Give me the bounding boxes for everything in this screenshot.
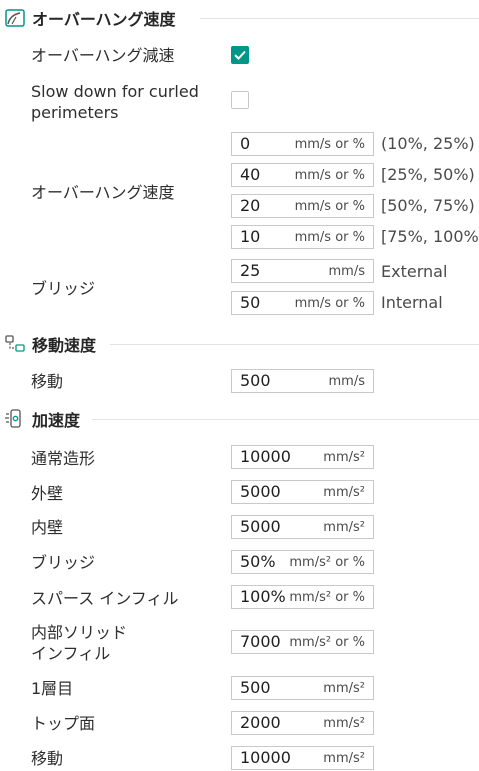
field-unit: mm/s or % — [294, 296, 365, 311]
field-value: 100% — [240, 587, 286, 606]
field-value: 50 — [240, 293, 261, 312]
overhang-speed-field-3[interactable]: 20 mm/s or % — [231, 194, 374, 218]
field-value: 25 — [240, 261, 261, 280]
overhang-range-3: [50%, 75%) — [381, 196, 475, 215]
field-value: 10 — [240, 227, 261, 246]
accel-bridge-label: ブリッジ — [31, 553, 96, 572]
field-value: 20 — [240, 196, 261, 215]
curled-perimeters-label-line1: Slow down for curled — [31, 82, 199, 101]
field-unit: mm/s — [328, 374, 365, 389]
section-divider — [110, 344, 479, 345]
accel-outer-wall-label: 外壁 — [31, 484, 64, 503]
field-unit: mm/s — [328, 264, 365, 279]
acceleration-section-header: 加速度 — [4, 407, 80, 431]
accel-normal-label: 通常造形 — [31, 449, 96, 468]
overhang-range-1: (10%, 25%) — [381, 134, 475, 153]
overhang-speed-field-2[interactable]: 40 mm/s or % — [231, 163, 374, 187]
field-unit: mm/s² — [323, 520, 365, 535]
accel-outer-wall-field[interactable]: 5000 mm/s² — [231, 480, 374, 504]
bridge-external-field[interactable]: 25 mm/s — [231, 259, 374, 283]
field-unit: mm/s² — [323, 450, 365, 465]
overhang-slowdown-label: オーバーハング減速 — [31, 46, 175, 65]
accel-internal-solid-infill-label-line1: 内部ソリッド — [31, 623, 128, 642]
field-value: 7000 — [240, 632, 281, 651]
overhang-range-4: [75%, 100%) — [381, 227, 479, 246]
field-unit: mm/s² — [323, 716, 365, 731]
field-value: 500 — [240, 678, 271, 697]
accel-top-surface-label: トップ面 — [31, 714, 96, 733]
bridge-speed-label: ブリッジ — [31, 279, 96, 298]
curled-perimeters-checkbox[interactable] — [231, 91, 249, 109]
overhang-slowdown-checkbox[interactable] — [231, 46, 249, 64]
accel-normal-field[interactable]: 10000 mm/s² — [231, 445, 374, 469]
field-unit: mm/s or % — [294, 168, 365, 183]
checkmark-icon — [234, 50, 246, 60]
accel-internal-solid-infill-field[interactable]: 7000 mm/s² or % — [231, 630, 374, 654]
travel-speed-field[interactable]: 500 mm/s — [231, 369, 374, 393]
section-divider — [200, 18, 479, 19]
acceleration-icon — [4, 408, 26, 430]
field-value: 0 — [240, 134, 251, 153]
field-unit: mm/s or % — [294, 230, 365, 245]
overhang-speed-field-1[interactable]: 0 mm/s or % — [231, 132, 374, 156]
section-title: 移動速度 — [32, 336, 97, 355]
overhang-speed-label: オーバーハング速度 — [31, 183, 175, 202]
accel-travel-label: 移動 — [31, 749, 64, 768]
field-unit: mm/s² or % — [289, 555, 365, 570]
section-divider — [92, 419, 479, 420]
field-unit: mm/s² or % — [289, 635, 365, 650]
field-value: 5000 — [240, 482, 281, 501]
field-unit: mm/s or % — [294, 137, 365, 152]
field-value: 500 — [240, 371, 271, 390]
accel-inner-wall-label: 内壁 — [31, 518, 64, 537]
overhang-section-header: オーバーハング速度 — [4, 6, 176, 30]
accel-sparse-infill-label: スパース インフィル — [31, 589, 179, 608]
field-value: 10000 — [240, 447, 291, 466]
field-unit: mm/s² — [323, 681, 365, 696]
bridge-external-label: External — [381, 262, 448, 281]
accel-first-layer-field[interactable]: 500 mm/s² — [231, 676, 374, 700]
accel-travel-field[interactable]: 10000 mm/s² — [231, 746, 374, 770]
field-value: 2000 — [240, 713, 281, 732]
overhang-speed-field-4[interactable]: 10 mm/s or % — [231, 225, 374, 249]
section-title: オーバーハング速度 — [32, 10, 176, 29]
bridge-internal-field[interactable]: 50 mm/s or % — [231, 291, 374, 315]
accel-first-layer-label: 1層目 — [31, 679, 74, 698]
field-unit: mm/s² or % — [289, 590, 365, 605]
field-unit: mm/s² — [323, 485, 365, 500]
curled-perimeters-label-line2: perimeters — [31, 103, 119, 122]
overhang-range-2: [25%, 50%) — [381, 165, 475, 184]
field-value: 50% — [240, 552, 276, 571]
field-unit: mm/s or % — [294, 199, 365, 214]
field-value: 5000 — [240, 517, 281, 536]
field-value: 40 — [240, 165, 261, 184]
field-value: 10000 — [240, 748, 291, 767]
travel-speed-icon — [4, 333, 26, 355]
travel-speed-label: 移動 — [31, 372, 64, 391]
accel-inner-wall-field[interactable]: 5000 mm/s² — [231, 515, 374, 539]
travel-section-header: 移動速度 — [4, 332, 96, 356]
accel-sparse-infill-field[interactable]: 100% mm/s² or % — [231, 585, 374, 609]
overhang-speed-icon — [4, 7, 26, 29]
accel-internal-solid-infill-label-line2: インフィル — [31, 644, 111, 663]
accel-bridge-field[interactable]: 50% mm/s² or % — [231, 550, 374, 574]
bridge-internal-label: Internal — [381, 293, 443, 312]
accel-top-surface-field[interactable]: 2000 mm/s² — [231, 711, 374, 735]
section-title: 加速度 — [32, 411, 81, 430]
field-unit: mm/s² — [323, 751, 365, 766]
